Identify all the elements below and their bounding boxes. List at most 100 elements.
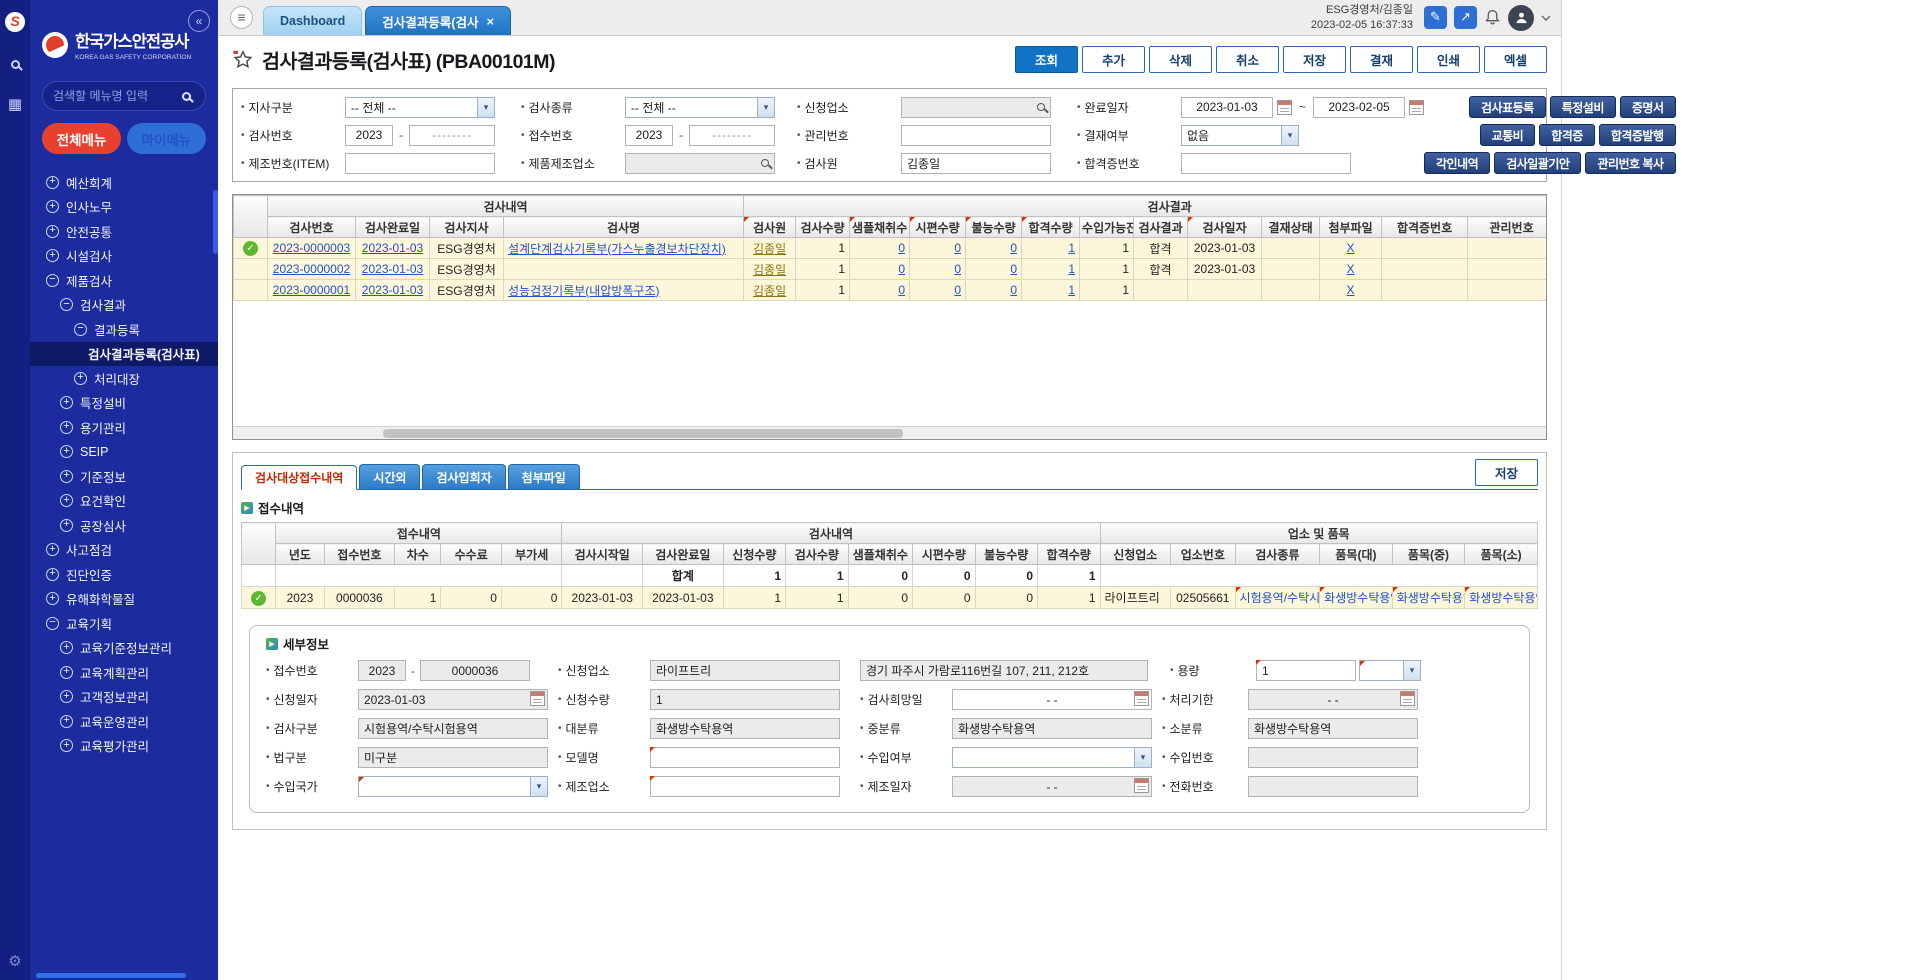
sidebar-item[interactable]: 특정설비 bbox=[30, 391, 218, 416]
applicant-search-input[interactable] bbox=[901, 97, 1051, 118]
sidebar-item[interactable]: 처리대장 bbox=[30, 366, 218, 391]
law-gubun-input[interactable] bbox=[358, 747, 548, 768]
sidebar-item[interactable]: 고객정보관리 bbox=[30, 685, 218, 710]
table-row[interactable]: 2023-0000003 2023-01-03 ESG경영처 설계단계검사기록부… bbox=[234, 238, 1548, 259]
excel-button[interactable]: 엑셀 bbox=[1484, 46, 1547, 73]
inspector-input[interactable] bbox=[901, 153, 1051, 174]
import-yn-select[interactable] bbox=[952, 747, 1152, 768]
edit-icon[interactable] bbox=[1424, 6, 1447, 29]
sidebar-item[interactable]: SEIP bbox=[30, 440, 218, 465]
sidebar-item[interactable]: 제품검사 bbox=[30, 268, 218, 293]
cell-link[interactable]: 2023-0000001 bbox=[268, 280, 356, 301]
sidebar-item[interactable]: 인사노무 bbox=[30, 195, 218, 220]
search-icon[interactable] bbox=[182, 92, 191, 101]
import-country-select[interactable] bbox=[358, 776, 548, 797]
menu-search-input[interactable] bbox=[53, 89, 182, 103]
sidebar-item[interactable]: 교육운영관리 bbox=[30, 709, 218, 734]
cell-link[interactable]: 0 bbox=[850, 238, 910, 259]
model-name-input[interactable] bbox=[650, 747, 840, 768]
print-button[interactable]: 인쇄 bbox=[1417, 46, 1480, 73]
receipt-serial-input[interactable] bbox=[420, 660, 530, 681]
receipt-no-serial-input[interactable] bbox=[689, 125, 775, 146]
tab-witness[interactable]: 검사입회자 bbox=[422, 464, 505, 489]
complete-date-to-input[interactable] bbox=[1313, 97, 1405, 118]
cell-link[interactable]: 0 bbox=[850, 259, 910, 280]
chevron-down-icon[interactable] bbox=[1541, 15, 1551, 21]
cell-link[interactable]: 2023-01-03 bbox=[356, 259, 430, 280]
add-button[interactable]: 추가 bbox=[1082, 46, 1145, 73]
capacity-input[interactable] bbox=[1256, 660, 1356, 681]
cell-link[interactable]: X bbox=[1320, 238, 1382, 259]
tab-inspection-result[interactable]: 검사결과등록(검사 × bbox=[365, 6, 511, 35]
row-check-cell[interactable] bbox=[234, 259, 268, 280]
inspection-no-serial-input[interactable] bbox=[409, 125, 495, 146]
cell-link[interactable]: 2023-0000003 bbox=[268, 238, 356, 259]
sidebar-item[interactable]: 교육계획관리 bbox=[30, 660, 218, 685]
special-facility-button[interactable]: 특정설비 bbox=[1550, 96, 1616, 118]
sidebar-item[interactable]: 시설검사 bbox=[30, 244, 218, 269]
cell-link[interactable]: 2023-0000002 bbox=[268, 259, 356, 280]
item-no-input[interactable] bbox=[345, 153, 495, 174]
cell-link[interactable]: 0 bbox=[966, 259, 1022, 280]
inspection-gubun-input[interactable] bbox=[358, 718, 548, 739]
tab-attachment[interactable]: 첨부파일 bbox=[508, 464, 580, 489]
cell-link[interactable]: 0 bbox=[966, 238, 1022, 259]
inspection-no-year-input[interactable] bbox=[345, 125, 393, 146]
row-check-cell[interactable] bbox=[234, 238, 268, 259]
tab-receipt-detail[interactable]: 검사대상접수내역 bbox=[241, 465, 357, 490]
cell[interactable]: 화생방수탁용역 bbox=[1320, 587, 1393, 609]
import-no-input[interactable] bbox=[1248, 747, 1418, 768]
sidebar-item[interactable]: 요건확인 bbox=[30, 489, 218, 514]
inspection-sheet-register-button[interactable]: 검사표등록 bbox=[1469, 96, 1546, 118]
cell-link[interactable]: 성능검정기록부(내압방폭구조) bbox=[504, 280, 744, 301]
category1-input[interactable] bbox=[650, 718, 840, 739]
cell-link[interactable]: 2023-01-03 bbox=[356, 238, 430, 259]
sidebar-item[interactable]: 교육평가관리 bbox=[30, 734, 218, 759]
manufacture-date-input[interactable] bbox=[952, 776, 1152, 797]
cell-link[interactable]: X bbox=[1320, 259, 1382, 280]
calendar-icon[interactable] bbox=[1134, 691, 1149, 706]
phone-input[interactable] bbox=[1248, 776, 1418, 797]
sidebar-item[interactable]: 진단인증 bbox=[30, 562, 218, 587]
pass-cert-issue-button[interactable]: 합격증발행 bbox=[1599, 124, 1676, 146]
search-icon[interactable] bbox=[761, 159, 769, 167]
sidebar-item[interactable]: 예산회계 bbox=[30, 170, 218, 195]
cell-link[interactable]: 0 bbox=[966, 280, 1022, 301]
copy-manage-no-button[interactable]: 관리번호 복사 bbox=[1585, 152, 1675, 174]
cell-link[interactable]: 김종일 bbox=[744, 238, 796, 259]
manage-no-input[interactable] bbox=[901, 125, 1051, 146]
cell-link[interactable]: 1 bbox=[1022, 259, 1080, 280]
sidebar-item[interactable]: 사고점검 bbox=[30, 538, 218, 563]
calendar-icon[interactable] bbox=[1134, 778, 1149, 793]
cell-link[interactable]: 2023-01-03 bbox=[356, 280, 430, 301]
apply-date-input[interactable] bbox=[358, 689, 548, 710]
horizontal-scrollbar[interactable] bbox=[233, 426, 1546, 439]
branch-select[interactable]: -- 전체 -- bbox=[345, 97, 495, 118]
category3-input[interactable] bbox=[1248, 718, 1418, 739]
cell-link[interactable]: 김종일 bbox=[744, 259, 796, 280]
search-icon[interactable] bbox=[1037, 103, 1045, 111]
sidebar-horizontal-scrollbar[interactable] bbox=[36, 973, 186, 978]
table-row[interactable]: 2023-0000002 2023-01-03 ESG경영처 김종일 1 0 0… bbox=[234, 259, 1548, 280]
cell-link[interactable]: 0 bbox=[850, 280, 910, 301]
hope-date-input[interactable] bbox=[952, 689, 1152, 710]
sidebar-item[interactable]: 안전공통 bbox=[30, 219, 218, 244]
applicant-name-input[interactable] bbox=[650, 660, 840, 681]
cell-link[interactable] bbox=[504, 259, 744, 280]
sidebar-item[interactable]: 교육기획 bbox=[30, 611, 218, 636]
table-row[interactable]: 2023-0000001 2023-01-03 ESG경영처 성능검정기록부(내… bbox=[234, 280, 1548, 301]
sidebar-item[interactable]: 검사결과 bbox=[30, 293, 218, 318]
calendar-icon[interactable] bbox=[1409, 100, 1424, 115]
row-check-cell[interactable] bbox=[242, 587, 276, 609]
tab-overtime[interactable]: 시간외 bbox=[359, 464, 420, 489]
approval-status-select[interactable]: 없음 bbox=[1181, 125, 1299, 146]
maker-search-input[interactable] bbox=[625, 153, 775, 174]
settings-gear-icon[interactable] bbox=[8, 952, 21, 970]
manufacturer-input[interactable] bbox=[650, 776, 840, 797]
detail-save-button[interactable]: 저장 bbox=[1475, 459, 1538, 486]
receipt-year-input[interactable] bbox=[358, 660, 406, 681]
inspection-type-select[interactable]: -- 전체 -- bbox=[625, 97, 775, 118]
engrave-history-button[interactable]: 각인내역 bbox=[1424, 152, 1490, 174]
tab-dashboard[interactable]: Dashboard bbox=[263, 6, 362, 35]
sidebar-item[interactable]: 결과등록 bbox=[30, 317, 218, 342]
